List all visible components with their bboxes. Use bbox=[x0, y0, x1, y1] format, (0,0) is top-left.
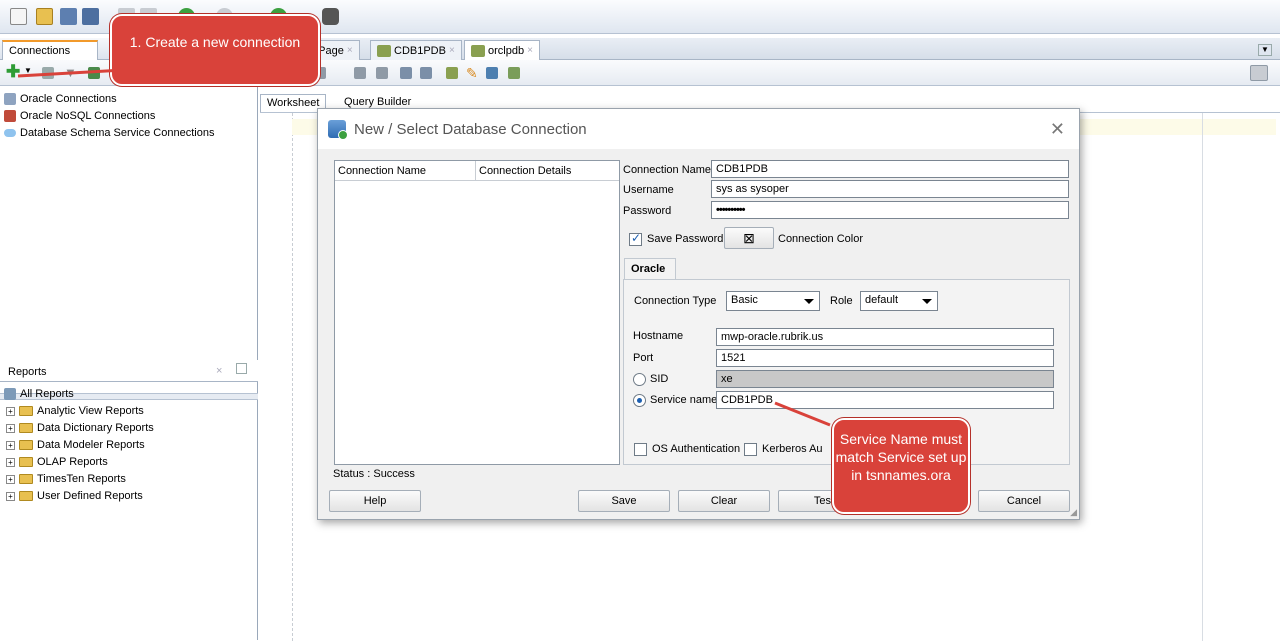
callout-arrows bbox=[17, 68, 831, 427]
callout-service-name: Service Name must match Service set up i… bbox=[832, 418, 970, 514]
